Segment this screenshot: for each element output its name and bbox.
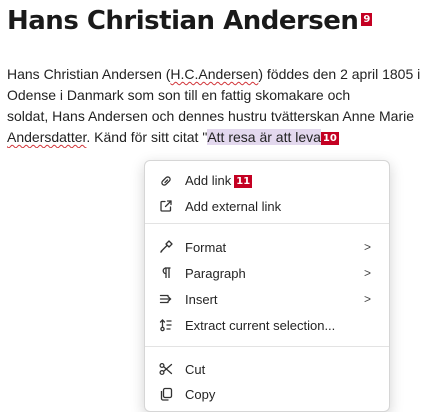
page-heading: Hans Christian Andersen 9: [7, 6, 372, 36]
chevron-right-icon: >: [363, 292, 371, 306]
chevron-right-icon: >: [363, 266, 371, 280]
scissors-icon: [158, 361, 174, 377]
context-menu: Add link 11 Add external link Format > P…: [144, 160, 390, 412]
heading-text: Hans Christian Andersen: [7, 6, 359, 36]
selection-badge: 10: [320, 131, 339, 145]
menu-label: Cut: [185, 361, 206, 377]
external-link-icon: [158, 198, 174, 214]
heading-badge: 9: [361, 13, 372, 26]
selected-text[interactable]: Att resa är att leva: [207, 129, 321, 145]
menu-separator: [145, 223, 389, 224]
menu-item-add-external-link[interactable]: Add external link: [145, 194, 389, 218]
paragraph-line-3: soldat, Hans Andersen och dennes hustru …: [7, 108, 415, 124]
menu-label: Copy: [185, 386, 216, 402]
menu-item-paragraph[interactable]: Paragraph >: [145, 261, 389, 285]
paragraph-line-1: Hans Christian Andersen (H.C.Andersen) f…: [7, 66, 421, 82]
menu-item-extract[interactable]: Extract current selection...: [145, 313, 389, 337]
add-link-badge: 11: [234, 174, 253, 188]
menu-label: Format: [185, 239, 227, 255]
menu-label: Insert: [185, 291, 218, 307]
menu-item-cut[interactable]: Cut: [145, 357, 389, 381]
menu-item-format[interactable]: Format >: [145, 235, 389, 259]
paragraph-line-2: Odense i Danmark som son till en fattig …: [7, 87, 351, 103]
chevron-right-icon: >: [363, 240, 371, 254]
link-icon: [158, 173, 174, 189]
document-paragraph[interactable]: Hans Christian Andersen (H.C.Andersen) f…: [7, 64, 424, 148]
misspelled-word[interactable]: H.C.Andersen: [170, 66, 258, 82]
misspelled-word[interactable]: Andersdatter: [7, 129, 86, 145]
paragraph-icon: [158, 265, 174, 281]
insert-icon: [158, 291, 174, 307]
paragraph-line-4: Andersdatter. Känd för sitt citat "Att r…: [7, 129, 339, 145]
menu-item-copy[interactable]: Copy: [145, 382, 389, 406]
menu-item-add-link[interactable]: Add link 11: [145, 169, 389, 193]
menu-separator: [145, 346, 389, 347]
extract-icon: [158, 317, 174, 333]
menu-label: Add external link: [185, 198, 282, 214]
menu-label: Extract current selection...: [185, 317, 336, 333]
menu-label: Paragraph: [185, 265, 246, 281]
format-brush-icon: [158, 239, 174, 255]
menu-label: Add link: [185, 173, 232, 189]
menu-item-insert[interactable]: Insert >: [145, 287, 389, 311]
